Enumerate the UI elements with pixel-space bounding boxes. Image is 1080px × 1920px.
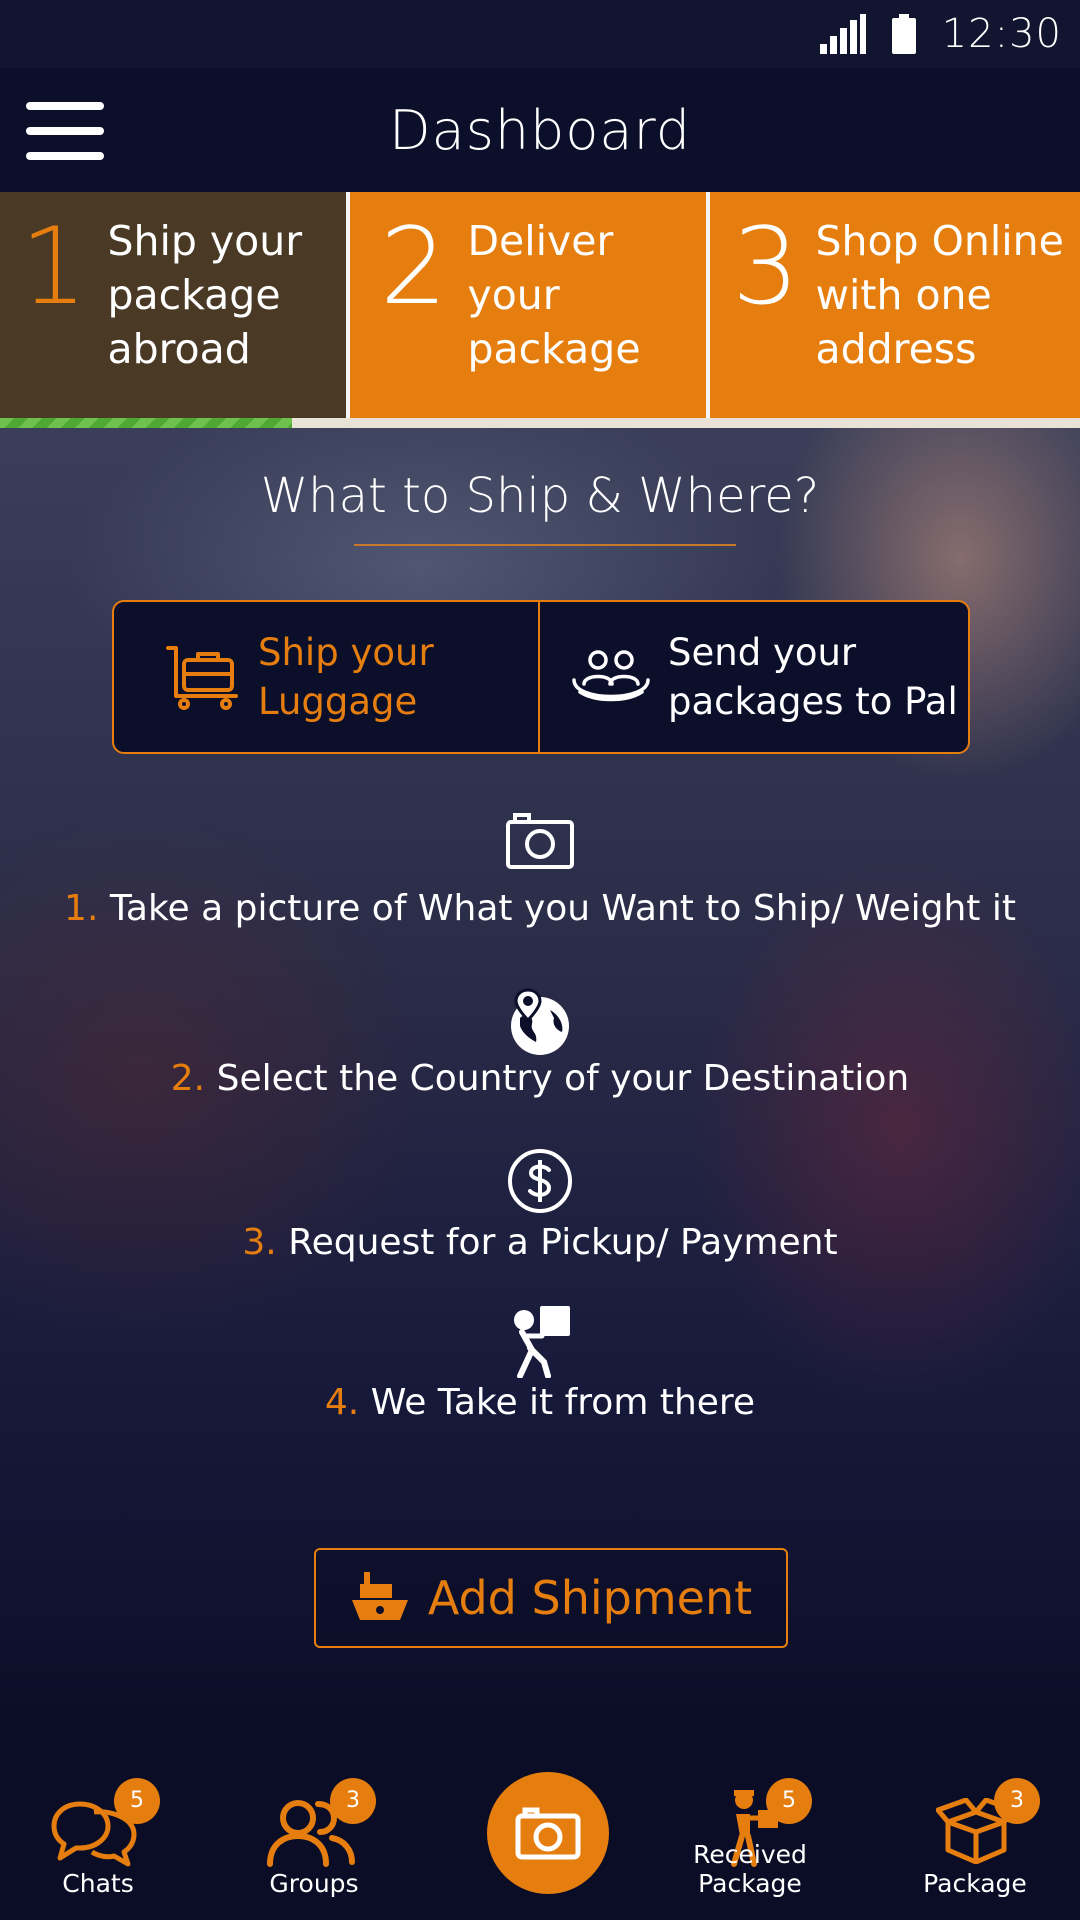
luggage-cart-icon	[166, 646, 238, 710]
status-bar: 12:30	[0, 0, 1080, 68]
instruction-text: We Take it from there	[370, 1382, 756, 1423]
nav-received-package[interactable]: 5 Received Package	[640, 1746, 860, 1920]
instruction-2: 2. Select the Country of your Destinatio…	[0, 988, 1080, 1099]
hero-title: What to Ship & Where?	[260, 468, 820, 524]
hamburger-menu-icon[interactable]	[26, 102, 104, 160]
camera-icon	[515, 1807, 581, 1860]
step-label: Shop Online with one address	[815, 217, 1064, 373]
ship-options: Ship your Luggage Send your packages to …	[112, 600, 970, 754]
nav-label: Package	[923, 1869, 1027, 1898]
step-number: 2	[380, 205, 448, 328]
battery-icon	[891, 14, 916, 54]
nav-label: Received Package	[693, 1840, 807, 1898]
option-label: Ship your Luggage	[258, 631, 434, 723]
received-badge: 5	[766, 1778, 812, 1824]
package-badge: 3	[994, 1778, 1040, 1824]
step-number: 3	[732, 205, 800, 328]
step-tab-shop[interactable]: 3 Shop Online with one address	[706, 192, 1080, 418]
camera-button[interactable]	[487, 1772, 609, 1894]
send-to-pal-button[interactable]: Send your packages to Pal	[540, 602, 968, 752]
hero-section: What to Ship & Where? Ship your Luggage	[0, 428, 1080, 1746]
step-label: Ship your package abroad	[107, 217, 303, 373]
instruction-text: Request for a Pickup/ Payment	[288, 1222, 838, 1263]
instruction-number: 2.	[170, 1058, 206, 1099]
step-number: 1	[20, 205, 88, 328]
step-progress-fill	[0, 418, 292, 428]
instruction-3: 3. Request for a Pickup/ Payment	[0, 1148, 1080, 1263]
instruction-1: 1. Take a picture of What you Want to Sh…	[0, 810, 1080, 929]
page-title: Dashboard	[389, 98, 691, 162]
instruction-number: 1.	[64, 888, 99, 929]
instruction-4: 4. We Take it from there	[0, 1306, 1080, 1423]
instruction-text: Select the Country of your Destination	[216, 1058, 910, 1099]
camera-icon	[506, 813, 574, 869]
app-header: Dashboard	[0, 68, 1080, 192]
people-icon	[572, 650, 650, 702]
title-underline	[354, 544, 736, 546]
signal-icon	[819, 14, 866, 54]
instruction-number: 4.	[324, 1382, 360, 1423]
option-label: Send your packages to Pal	[668, 631, 958, 723]
step-label: Deliver your package	[467, 217, 641, 373]
step-progress-bar	[0, 418, 1080, 428]
ship-luggage-button[interactable]: Ship your Luggage	[114, 602, 540, 752]
instruction-text: Take a picture of What you Want to Ship/…	[109, 888, 1016, 929]
nav-label: Chats	[62, 1869, 134, 1898]
globe-pin-icon	[511, 988, 569, 1055]
step-tabs: 1 Ship your package abroad 2 Deliver you…	[0, 192, 1080, 418]
nav-package[interactable]: 3 Package	[880, 1746, 1070, 1920]
status-time: 12:30	[941, 11, 1062, 57]
dollar-icon	[508, 1149, 572, 1213]
groups-badge: 3	[330, 1778, 376, 1824]
bottom-navigation: 5 Chats 3 Groups 5 Received Package 3 Pa…	[0, 1746, 1080, 1920]
add-shipment-button[interactable]: Add Shipment	[314, 1548, 788, 1648]
chats-badge: 5	[114, 1778, 160, 1824]
add-shipment-label: Add Shipment	[427, 1571, 753, 1625]
nav-groups[interactable]: 3 Groups	[216, 1746, 412, 1920]
ship-icon	[351, 1572, 408, 1620]
instruction-number: 3.	[242, 1222, 277, 1263]
nav-chats[interactable]: 5 Chats	[0, 1746, 196, 1920]
nav-label: Groups	[269, 1869, 359, 1898]
delivery-person-icon	[514, 1306, 570, 1378]
step-tab-deliver[interactable]: 2 Deliver your package	[346, 192, 706, 418]
step-tab-ship[interactable]: 1 Ship your package abroad	[0, 192, 346, 418]
